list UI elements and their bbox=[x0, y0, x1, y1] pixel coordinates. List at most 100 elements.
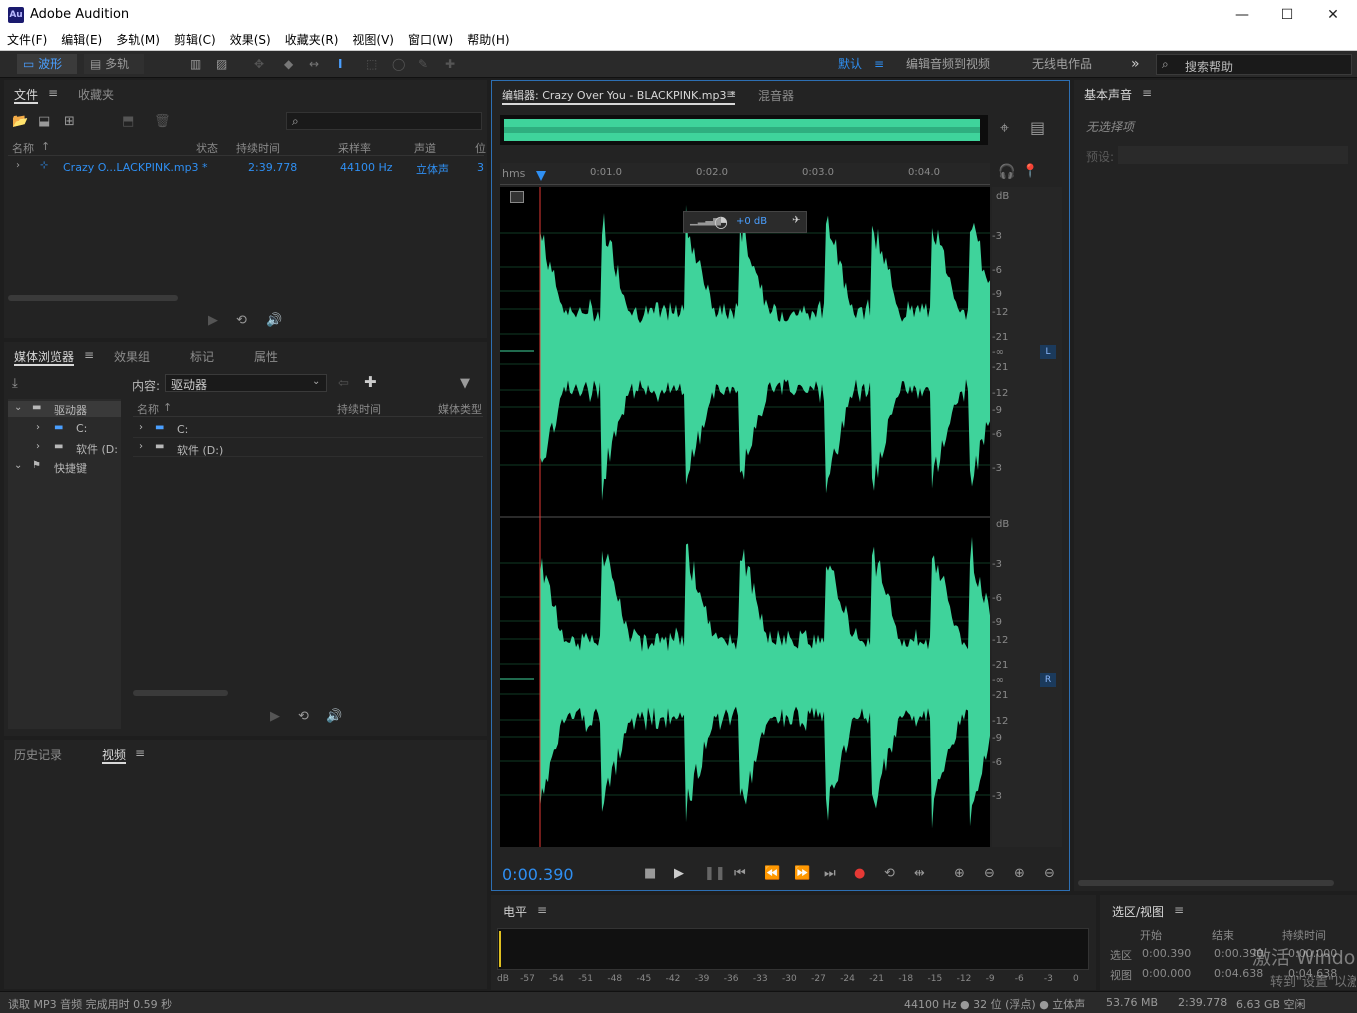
pin-icon[interactable]: 📍 bbox=[1022, 165, 1038, 179]
view-start[interactable]: 0:00.000 bbox=[1142, 967, 1191, 980]
close-button[interactable]: ✕ bbox=[1313, 4, 1353, 26]
files-search-input[interactable]: ⌕ bbox=[286, 112, 482, 130]
col-bits[interactable]: 位 bbox=[475, 140, 486, 156]
track-view-icon[interactable]: ▤ bbox=[1030, 120, 1045, 136]
multitrack-view-button[interactable]: ▤ 多轨 bbox=[84, 54, 144, 74]
marquee-tool-icon[interactable]: ⬚ bbox=[366, 54, 377, 74]
col-duration[interactable]: 持续时间 bbox=[236, 140, 280, 156]
col-status[interactable]: 状态 bbox=[196, 140, 218, 156]
minimize-button[interactable]: — bbox=[1222, 4, 1262, 26]
workspace-radio[interactable]: 无线电作品 bbox=[1032, 55, 1092, 73]
menu-favorites[interactable]: 收藏夹(R) bbox=[278, 30, 346, 51]
workspace-default[interactable]: 默认 bbox=[838, 55, 862, 73]
open-file-icon[interactable]: 📂 bbox=[12, 115, 28, 129]
selection-panel-menu-icon[interactable]: ≡ bbox=[1174, 903, 1184, 917]
zoom-navigator-icon[interactable]: ⌖ bbox=[1000, 120, 1009, 136]
video-panel-menu-icon[interactable]: ≡ bbox=[135, 746, 145, 760]
stop-icon[interactable]: ■ bbox=[644, 867, 656, 881]
current-time-display[interactable]: 0:00.390 bbox=[502, 865, 574, 884]
workspace-menu-icon[interactable]: ≡ bbox=[874, 55, 884, 73]
level-panel-menu-icon[interactable]: ≡ bbox=[537, 903, 547, 917]
play-icon[interactable]: ▶ bbox=[674, 867, 684, 881]
menu-edit[interactable]: 编辑(E) bbox=[54, 30, 109, 51]
spot-healing-tool-icon[interactable]: ✚ bbox=[445, 54, 455, 74]
essential-scrollbar[interactable] bbox=[1078, 880, 1334, 886]
new-file-icon[interactable]: ⊞ bbox=[64, 115, 75, 129]
search-help-box[interactable]: ⌕ 搜索帮助 bbox=[1156, 54, 1352, 75]
brush-tool-icon[interactable]: ✎ bbox=[418, 54, 428, 74]
channel-l-button[interactable]: L bbox=[1040, 345, 1056, 359]
overview-strip[interactable] bbox=[500, 115, 988, 145]
tree-item-shortcuts[interactable]: ⌄ ⚑ 快捷键 bbox=[8, 459, 121, 475]
clip-gain-icon[interactable] bbox=[510, 191, 524, 203]
pin-hud-icon[interactable]: ✈ bbox=[792, 215, 800, 226]
tree-item-d[interactable]: › ▬ 软件 (D: bbox=[8, 440, 121, 456]
back-arrow-icon[interactable]: ⇦ bbox=[338, 377, 349, 391]
zoom-in-time-icon[interactable]: ⊕ bbox=[1014, 867, 1025, 881]
channel-r-button[interactable]: R bbox=[1040, 673, 1056, 687]
preset-select[interactable] bbox=[1118, 146, 1348, 164]
go-to-start-icon[interactable]: ⏮ bbox=[734, 867, 746, 881]
list-item[interactable]: › ▬ C: bbox=[133, 420, 483, 438]
maximize-button[interactable]: ☐ bbox=[1267, 4, 1307, 26]
col-media-duration[interactable]: 持续时间 bbox=[337, 401, 381, 417]
zoom-in-amplitude-icon[interactable]: ⊕ bbox=[954, 867, 965, 881]
more-workspaces-icon[interactable]: » bbox=[1131, 55, 1140, 73]
tree-item-drives[interactable]: ⌄ ▬ 驱动器 bbox=[8, 401, 121, 417]
tab-editor[interactable]: 编辑器: Crazy Over You - BLACKPINK.mp3 * bbox=[502, 87, 736, 105]
spectral-display-icon[interactable]: ▥ bbox=[190, 54, 201, 74]
razor-tool-icon[interactable]: ◆ bbox=[284, 54, 293, 74]
pause-icon[interactable]: ❚❚ bbox=[704, 867, 726, 881]
tab-levels[interactable]: 电平 bbox=[503, 903, 527, 920]
tree-item-c[interactable]: › ▬ C: bbox=[8, 421, 121, 437]
tab-favorites[interactable]: 收藏夹 bbox=[78, 86, 114, 103]
slip-tool-icon[interactable]: ↔ bbox=[309, 54, 319, 74]
record-icon[interactable]: ● bbox=[854, 867, 865, 881]
tab-video[interactable]: 视频 bbox=[102, 746, 127, 764]
essential-sound-menu-icon[interactable]: ≡ bbox=[1142, 86, 1152, 100]
menu-help[interactable]: 帮助(H) bbox=[460, 30, 516, 51]
col-media-type[interactable]: 媒体类型 bbox=[438, 401, 483, 417]
col-sample-rate[interactable]: 采样率 bbox=[338, 140, 371, 156]
files-scrollbar[interactable] bbox=[8, 295, 178, 301]
media-scrollbar[interactable] bbox=[133, 690, 228, 696]
pitch-display-icon[interactable]: ▨ bbox=[216, 54, 227, 74]
move-tool-icon[interactable]: ✥ bbox=[254, 54, 264, 74]
gain-knob-icon[interactable]: ◔ bbox=[714, 212, 728, 231]
menu-multitrack[interactable]: 多轨(M) bbox=[109, 30, 167, 51]
insert-icon[interactable]: ⬒ bbox=[122, 115, 134, 129]
menu-file[interactable]: 文件(F) bbox=[0, 30, 54, 51]
col-name[interactable]: 名称 bbox=[12, 140, 34, 156]
content-select[interactable]: 驱动器 ⌄ bbox=[165, 374, 327, 392]
playhead-marker-icon[interactable] bbox=[536, 171, 546, 181]
media-autoplay-icon[interactable]: 🔊 bbox=[326, 710, 342, 724]
tab-selection-view[interactable]: 选区/视图 bbox=[1112, 903, 1164, 920]
menu-view[interactable]: 视图(V) bbox=[345, 30, 401, 51]
menu-effects[interactable]: 效果(S) bbox=[223, 30, 278, 51]
table-row[interactable]: › ⊹ Crazy O...LACKPINK.mp3 * 2:39.778 44… bbox=[8, 158, 484, 176]
col-media-name[interactable]: 名称 bbox=[137, 401, 159, 417]
play-preview-icon[interactable]: ▶ bbox=[208, 314, 218, 328]
zoom-out-amplitude-icon[interactable]: ⊖ bbox=[984, 867, 995, 881]
auto-play-icon[interactable]: 🔊 bbox=[266, 314, 282, 328]
skip-selection-icon[interactable]: ⇹ bbox=[914, 867, 925, 881]
workspace-edit-video[interactable]: 编辑音频到视频 bbox=[906, 55, 990, 73]
time-selection-tool-icon[interactable]: I bbox=[338, 54, 342, 74]
hud-gain-control[interactable]: ▁▂▃▅ ◔ +0 dB ✈ bbox=[683, 211, 807, 233]
add-shortcut-icon[interactable]: ✚ bbox=[364, 375, 377, 390]
go-to-end-icon[interactable]: ⏭ bbox=[824, 867, 836, 881]
menu-window[interactable]: 窗口(W) bbox=[401, 30, 460, 51]
media-play-icon[interactable]: ▶ bbox=[270, 710, 280, 724]
delete-icon[interactable]: 🗑 bbox=[154, 115, 171, 129]
lasso-tool-icon[interactable]: ◯ bbox=[392, 54, 405, 74]
loop-preview-icon[interactable]: ⟲ bbox=[236, 314, 247, 328]
time-ruler[interactable]: hms 0:01.0 0:02.0 0:03.0 0:04.0 bbox=[500, 163, 990, 185]
tab-essential-sound[interactable]: 基本声音 bbox=[1084, 86, 1132, 104]
tab-properties[interactable]: 属性 bbox=[254, 348, 278, 365]
tab-markers[interactable]: 标记 bbox=[190, 348, 214, 365]
selection-start[interactable]: 0:00.390 bbox=[1142, 947, 1191, 960]
filter-icon[interactable]: ▼ bbox=[460, 377, 470, 391]
headphones-icon[interactable]: 🎧 bbox=[998, 165, 1015, 179]
tab-effects-rack[interactable]: 效果组 bbox=[114, 348, 150, 365]
media-loop-icon[interactable]: ⟲ bbox=[298, 710, 309, 724]
